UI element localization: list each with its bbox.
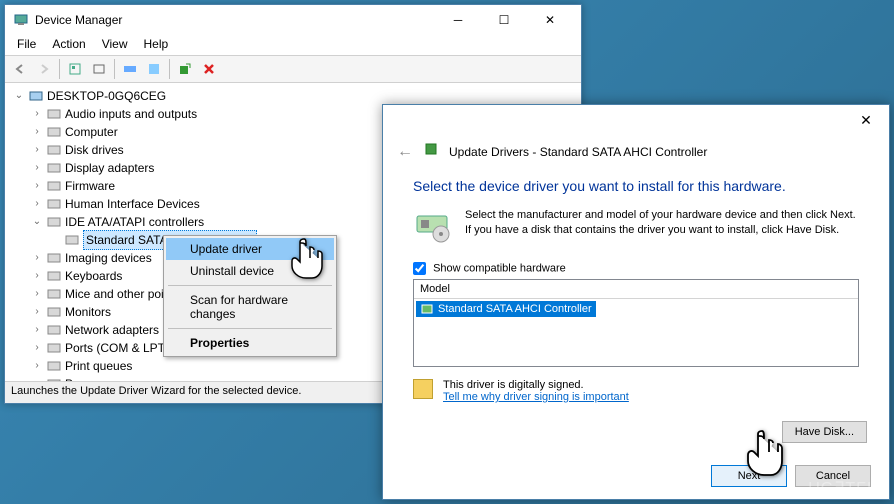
context-separator <box>168 328 332 329</box>
forward-button[interactable] <box>33 58 55 80</box>
driver-item-label: Standard SATA AHCI Controller <box>438 303 592 315</box>
context-menu: Update driverUninstall device Scan for ha… <box>163 235 337 357</box>
window-title: Device Manager <box>35 13 435 27</box>
toolbar-btn-4[interactable] <box>143 58 165 80</box>
dialog-heading: Select the device driver you want to ins… <box>383 178 889 208</box>
scan-hardware-icon[interactable] <box>174 58 196 80</box>
dialog-titlebar[interactable]: ✕ <box>383 105 889 135</box>
toolbar <box>5 55 581 83</box>
toolbar-btn-3[interactable] <box>119 58 141 80</box>
dialog-title: Update Drivers - Standard SATA AHCI Cont… <box>449 145 707 159</box>
tree-root[interactable]: ⌄DESKTOP-0GQ6CEG <box>13 87 573 105</box>
back-arrow-icon[interactable]: ← <box>397 143 413 161</box>
back-button[interactable] <box>9 58 31 80</box>
signed-text: This driver is digitally signed. <box>443 379 629 391</box>
menubar: File Action View Help <box>5 35 581 55</box>
app-icon <box>13 12 29 28</box>
menu-action[interactable]: Action <box>44 35 93 55</box>
menu-help[interactable]: Help <box>136 35 177 55</box>
signed-badge-icon <box>413 379 433 399</box>
toolbar-btn-1[interactable] <box>64 58 86 80</box>
update-driver-dialog: ✕ ← Update Drivers - Standard SATA AHCI … <box>382 104 890 500</box>
dialog-instructions: Select the manufacturer and model of you… <box>465 208 859 246</box>
signing-info-link[interactable]: Tell me why driver signing is important <box>443 391 629 403</box>
watermark: UG∃TFIX <box>808 478 884 498</box>
maximize-button[interactable]: ☐ <box>481 5 527 35</box>
minimize-button[interactable]: ─ <box>435 5 481 35</box>
context-menu-item[interactable]: Properties <box>166 332 334 354</box>
driver-chip-icon <box>423 141 439 162</box>
context-menu-item[interactable]: Uninstall device <box>166 260 334 282</box>
menu-file[interactable]: File <box>9 35 44 55</box>
context-separator <box>168 285 332 286</box>
close-button[interactable]: ✕ <box>527 5 573 35</box>
driver-list[interactable]: Model Standard SATA AHCI Controller <box>413 279 859 367</box>
list-header: Model <box>414 280 858 299</box>
menu-view[interactable]: View <box>94 35 136 55</box>
compatible-checkbox-row: Show compatible hardware <box>383 262 889 279</box>
titlebar[interactable]: Device Manager ─ ☐ ✕ <box>5 5 581 35</box>
have-disk-button[interactable]: Have Disk... <box>782 421 867 443</box>
toolbar-btn-2[interactable] <box>88 58 110 80</box>
uninstall-icon[interactable] <box>198 58 220 80</box>
show-compatible-checkbox[interactable] <box>413 262 426 275</box>
checkbox-label: Show compatible hardware <box>433 262 566 274</box>
driver-list-item[interactable]: Standard SATA AHCI Controller <box>416 301 596 317</box>
context-menu-item[interactable]: Update driver <box>166 238 334 260</box>
hardware-icon <box>413 208 451 246</box>
next-button[interactable]: Next <box>711 465 787 487</box>
context-menu-item[interactable]: Scan for hardware changes <box>166 289 334 325</box>
dialog-close-button[interactable]: ✕ <box>843 105 889 135</box>
